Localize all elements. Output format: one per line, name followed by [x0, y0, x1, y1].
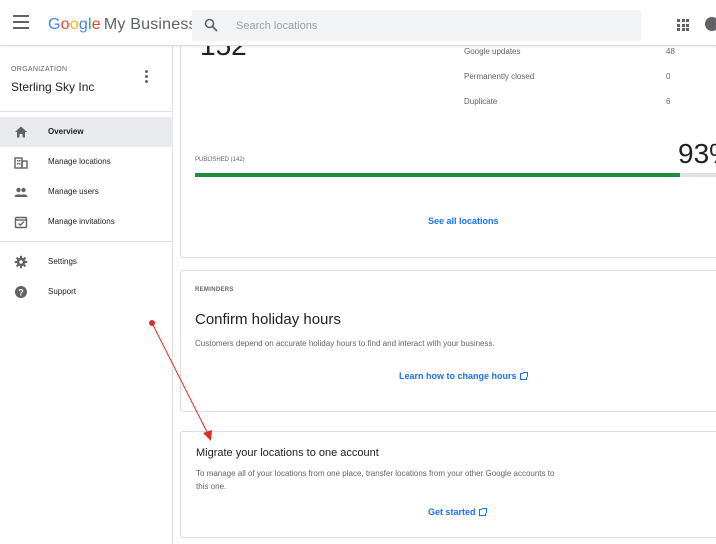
stat-label-google-updates: Google updates — [464, 47, 521, 56]
sidebar-item-settings[interactable]: Settings — [0, 247, 173, 277]
hamburger-menu-icon[interactable] — [13, 15, 29, 29]
stat-label-duplicate: Duplicate — [464, 97, 498, 106]
home-icon — [15, 126, 27, 138]
search-icon[interactable] — [204, 18, 218, 32]
gear-icon — [14, 255, 28, 269]
apps-grid-icon[interactable] — [677, 19, 689, 31]
sidebar-item-manage-locations[interactable]: Manage locations — [0, 147, 173, 177]
published-percent: 93% — [678, 138, 716, 169]
sidebar-divider — [0, 241, 173, 242]
published-progress-fill — [195, 173, 680, 177]
sidebar-item-manage-invitations[interactable]: Manage invitations — [0, 207, 173, 237]
search-bar[interactable] — [192, 10, 641, 41]
reminder-title: Confirm holiday hours — [195, 311, 341, 328]
sidebar-item-label: Support — [48, 287, 77, 296]
learn-change-hours-link[interactable]: Learn how to change hours — [399, 371, 528, 381]
sidebar-item-label: Overview — [48, 127, 84, 136]
sidebar-divider — [0, 111, 173, 112]
stat-value-permanently-closed: 0 — [666, 72, 671, 81]
top-app-bar: Google My Business — [0, 0, 716, 46]
sidebar-item-label: Manage locations — [48, 157, 111, 166]
sidebar-item-manage-users[interactable]: Manage users — [0, 177, 173, 207]
building-icon — [14, 157, 28, 169]
sidebar-item-support[interactable]: ? Support — [0, 277, 173, 307]
migrate-title: Migrate your locations to one account — [196, 447, 379, 459]
stat-value-duplicate: 6 — [666, 97, 671, 106]
sidebar-item-label: Settings — [48, 257, 77, 266]
stat-label-permanently-closed: Permanently closed — [464, 72, 535, 81]
open-in-new-icon — [478, 508, 487, 516]
organization-label: ORGANIZATION — [11, 66, 68, 73]
learn-change-hours-label: Learn how to change hours — [399, 371, 517, 381]
see-all-locations-link[interactable]: See all locations — [428, 216, 499, 226]
sidebar-item-overview[interactable]: Overview — [0, 117, 173, 147]
svg-text:?: ? — [18, 287, 24, 297]
people-icon — [14, 187, 28, 197]
get-started-label: Get started — [428, 507, 476, 517]
sidebar: ORGANIZATION Sterling Sky Inc Overview M… — [0, 46, 173, 544]
calendar-check-icon — [14, 216, 28, 229]
reminders-section-label: REMINDERS — [195, 287, 234, 293]
help-icon: ? — [15, 286, 27, 298]
published-progress-bar — [195, 173, 716, 177]
sidebar-item-label: Manage users — [48, 187, 99, 196]
organization-name: Sterling Sky Inc — [11, 80, 95, 94]
published-label: PUBLISHED (142) — [195, 157, 245, 163]
search-input[interactable] — [236, 16, 626, 36]
sidebar-item-label: Manage invitations — [48, 217, 115, 226]
account-avatar-icon[interactable] — [705, 17, 716, 31]
open-in-new-icon — [519, 372, 528, 380]
stat-value-google-updates: 48 — [666, 47, 675, 56]
google-my-business-logo[interactable]: Google My Business — [48, 16, 197, 34]
migrate-body: To manage all of your locations from one… — [196, 469, 555, 491]
more-options-icon[interactable] — [145, 70, 149, 84]
get-started-link[interactable]: Get started — [428, 507, 487, 517]
reminder-body: Customers depend on accurate holiday hou… — [195, 339, 495, 348]
